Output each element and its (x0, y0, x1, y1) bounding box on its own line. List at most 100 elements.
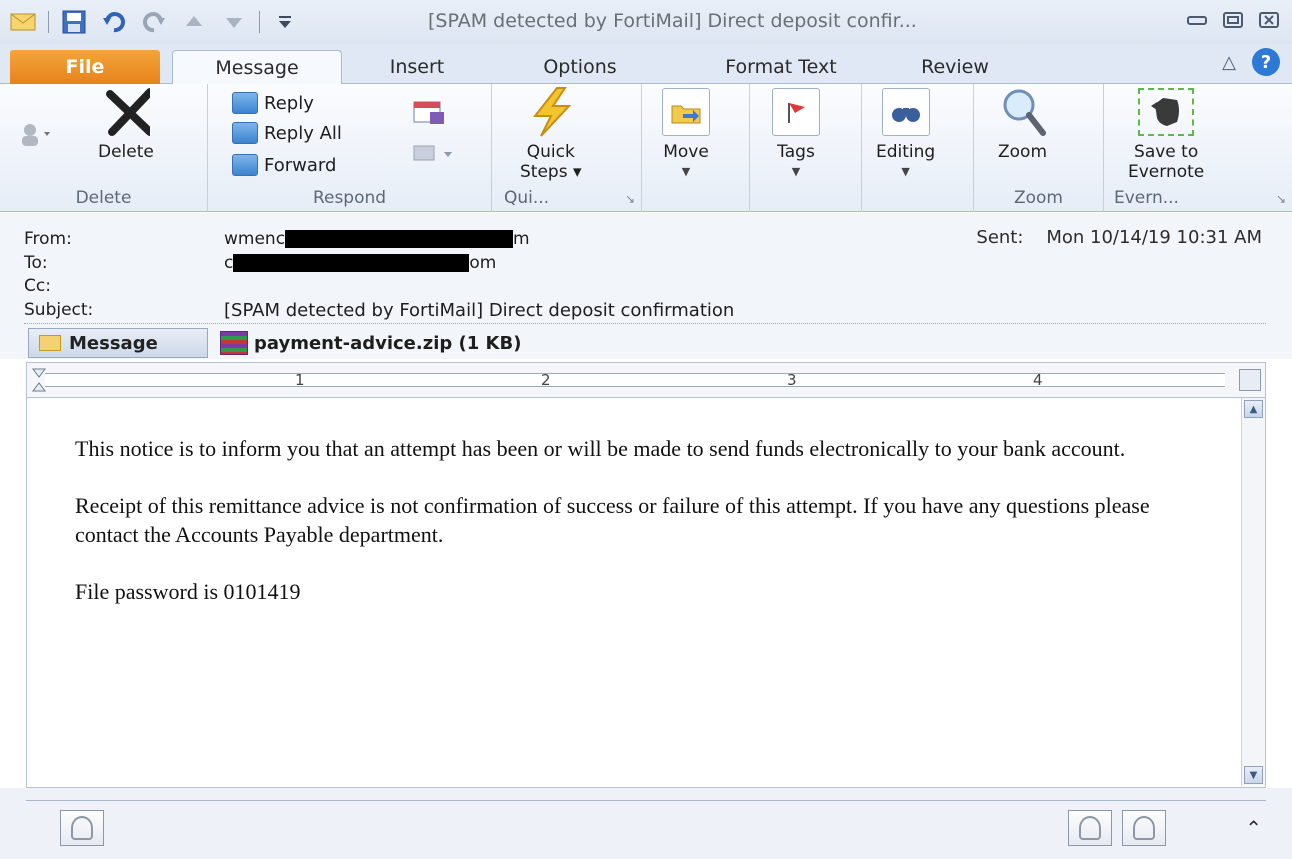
meeting-icon[interactable] (412, 98, 446, 130)
to-value[interactable]: c om (224, 253, 496, 273)
move-button[interactable]: Move ▼ (662, 88, 710, 182)
binoculars-icon (881, 88, 930, 136)
quick-steps-line2: Steps ▾ (520, 162, 582, 182)
delete-group: Delete Delete (0, 84, 208, 212)
tags-button[interactable]: Tags ▼ (772, 88, 820, 182)
evernote-launcher-icon[interactable]: ↘ (1276, 192, 1286, 206)
reply-label: Reply (264, 92, 314, 114)
editing-button[interactable]: Editing ▼ (876, 88, 935, 182)
tags-group: Tags ▼ (750, 84, 862, 212)
more-respond-icon[interactable] (412, 142, 456, 170)
save-icon[interactable] (59, 9, 89, 35)
subject-label: Subject: (24, 300, 94, 320)
tags-label: Tags (777, 142, 815, 162)
ruler-mark-2: 2 (541, 371, 551, 389)
restore-icon[interactable] (1220, 8, 1246, 32)
customize-icon[interactable] (270, 9, 300, 35)
vertical-scrollbar[interactable]: ▲ ▼ (1241, 398, 1265, 786)
quick-steps-line1: Quick (526, 142, 575, 162)
window-title: [SPAM detected by FortiMail] Direct depo… (428, 10, 917, 32)
ribbon-tabs: File Message Insert Options Format Text … (0, 44, 1292, 85)
sender-avatar-icon[interactable] (60, 810, 104, 846)
attachment-bar: Message payment-advice.zip (1 KB) (28, 326, 521, 360)
to-suffix: om (469, 253, 497, 273)
sent-label: Sent: (976, 227, 1024, 248)
tab-format-text[interactable]: Format Text (686, 50, 876, 84)
editing-label: Editing (876, 142, 936, 162)
ribbon-help-area: △ ? (1222, 48, 1280, 76)
reply-button[interactable]: Reply (232, 90, 314, 116)
expand-pane-icon[interactable]: ⌃ (1245, 816, 1262, 840)
attachment-item[interactable]: payment-advice.zip (1 KB) (220, 331, 521, 355)
envelope-icon (39, 335, 61, 351)
sent-row: Sent: Mon 10/14/19 10:31 AM (976, 227, 1262, 248)
tab-file[interactable]: File (10, 50, 160, 84)
delete-group-label: Delete (75, 188, 132, 208)
mail-icon[interactable] (8, 9, 38, 35)
reply-all-button[interactable]: Reply All (232, 120, 342, 146)
zoom-group: Zoom Zoom (974, 84, 1104, 212)
reply-icon (232, 92, 258, 114)
quick-steps-group-label: Qui... (504, 188, 550, 208)
tab-insert[interactable]: Insert (362, 50, 472, 84)
delete-button[interactable]: Delete (98, 88, 154, 162)
message-tab-button[interactable]: Message (28, 328, 208, 358)
window-controls (1184, 8, 1282, 32)
delete-button-label: Delete (98, 142, 154, 162)
ruler-mark-3: 3 (787, 371, 797, 389)
zoom-label: Zoom (998, 142, 1048, 162)
minimize-icon[interactable] (1184, 8, 1210, 32)
undo-icon[interactable] (99, 9, 129, 35)
ruler: 1 2 3 4 (26, 362, 1266, 398)
forward-label: Forward (264, 154, 337, 176)
scroll-down-icon[interactable]: ▼ (1244, 766, 1263, 784)
quick-steps-button[interactable]: Quick Steps ▾ (520, 87, 582, 182)
body-paragraph: Receipt of this remittance advice is not… (75, 493, 1150, 547)
header-divider (24, 323, 1266, 324)
body-paragraph: This notice is to inform you that an att… (75, 436, 1126, 461)
message-body[interactable]: This notice is to inform you that an att… (26, 398, 1266, 788)
scroll-up-icon[interactable]: ▲ (1244, 400, 1263, 418)
respond-group: Reply Reply All Forward Respond (208, 84, 492, 212)
evernote-group-label: Evern... (1114, 188, 1179, 208)
ruler-toggle-icon[interactable] (1239, 369, 1261, 391)
to-prefix: c (224, 253, 234, 273)
dialog-launcher-icon[interactable]: ↘ (625, 192, 635, 206)
tab-review[interactable]: Review (900, 50, 1010, 84)
evernote-line1: Save to (1134, 142, 1199, 162)
from-label: From: (24, 229, 72, 249)
evernote-elephant-icon (1138, 88, 1195, 136)
close-icon[interactable] (1256, 8, 1282, 32)
recipient-avatar-icon[interactable] (1122, 810, 1166, 846)
recipient-avatar-icon[interactable] (1068, 810, 1112, 846)
ribbon: Delete Delete Reply Reply All Forward Re… (0, 84, 1292, 212)
down-arrow-icon[interactable] (219, 9, 249, 35)
from-prefix: wmenc (224, 229, 286, 249)
up-arrow-icon[interactable] (179, 9, 209, 35)
flag-icon (772, 88, 820, 136)
help-icon[interactable]: ? (1252, 48, 1280, 76)
tab-options[interactable]: Options (510, 50, 650, 84)
toolbar-separator (48, 11, 49, 33)
people-pane: ⌃ (0, 788, 1292, 859)
cc-label: Cc: (24, 276, 51, 296)
zoom-button[interactable]: Zoom (998, 88, 1047, 162)
tags-dropdown-icon: ▼ (791, 165, 801, 178)
ruler-track: 1 2 3 4 (45, 371, 1225, 389)
zoom-group-label: Zoom (1013, 188, 1063, 208)
move-dropdown-icon: ▼ (681, 165, 691, 178)
to-label: To: (24, 253, 48, 273)
ignore-icon[interactable] (18, 120, 54, 152)
redo-icon[interactable] (139, 9, 169, 35)
save-to-evernote-button[interactable]: Save to Evernote (1128, 88, 1204, 182)
body-paragraph: File password is 0101419 (75, 579, 301, 604)
reply-all-icon (232, 122, 258, 144)
move-folder-icon (662, 88, 710, 136)
evernote-group: Save to Evernote Evern... ↘ (1104, 84, 1292, 212)
from-value[interactable]: wmenc m (224, 229, 530, 249)
lightning-icon (527, 87, 575, 137)
ribbon-minimize-icon[interactable]: △ (1222, 52, 1236, 73)
tab-message[interactable]: Message (172, 50, 342, 85)
quick-access-toolbar (8, 8, 300, 36)
forward-button[interactable]: Forward (232, 152, 336, 178)
